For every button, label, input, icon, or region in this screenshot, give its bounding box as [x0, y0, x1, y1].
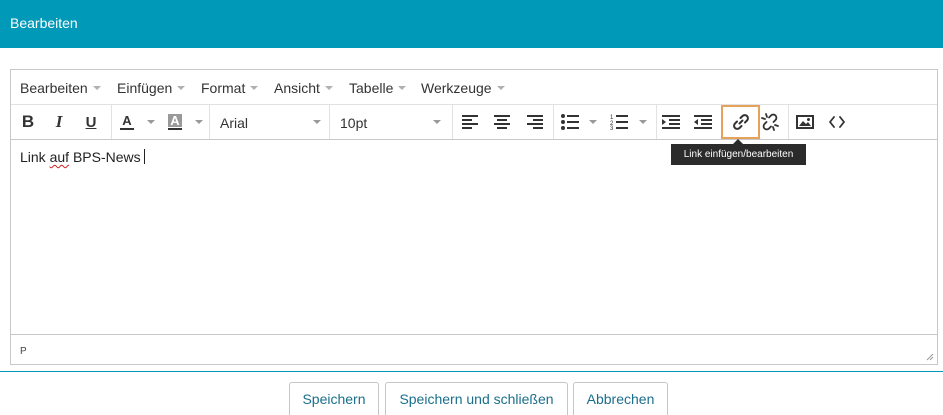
italic-button[interactable]: I — [48, 108, 70, 136]
source-code-button[interactable] — [826, 108, 848, 136]
toolbar-separator — [553, 105, 554, 139]
footer-divider — [0, 371, 943, 372]
chevron-down-icon — [324, 86, 333, 91]
text-cursor — [143, 149, 145, 164]
element-path[interactable]: P — [20, 346, 27, 357]
toolbar-separator — [656, 105, 657, 139]
align-center-icon — [494, 115, 510, 129]
bullet-list-icon — [561, 114, 579, 130]
dialog-header: Bearbeiten — [0, 0, 943, 48]
background-color-icon: A — [168, 113, 182, 130]
rich-text-editor: Bearbeiten Einfügen Format Ansicht Tabel… — [10, 69, 938, 365]
menu-werkzeuge[interactable]: Werkzeuge — [421, 80, 505, 96]
image-icon — [796, 115, 814, 129]
text-color-dropdown[interactable] — [147, 120, 155, 124]
menu-bearbeiten[interactable]: Bearbeiten — [20, 80, 101, 96]
content-text: Link — [20, 149, 46, 165]
chevron-down-icon — [92, 86, 101, 91]
underline-button[interactable]: U — [80, 108, 102, 136]
text-color-button[interactable]: A — [117, 108, 137, 136]
unlink-icon — [761, 113, 779, 131]
chevron-down-icon — [496, 86, 505, 91]
menu-tabelle[interactable]: Tabelle — [349, 80, 407, 96]
font-family-select[interactable]: Arial — [220, 115, 248, 131]
menu-format[interactable]: Format — [201, 80, 259, 96]
toolbar-separator — [452, 105, 453, 139]
svg-text:3: 3 — [610, 126, 614, 130]
chevron-down-icon — [177, 86, 186, 91]
menu-einfuegen[interactable]: Einfügen — [117, 80, 186, 96]
chevron-down-icon — [398, 86, 407, 91]
chevron-down-icon — [250, 86, 259, 91]
source-code-icon — [829, 116, 845, 128]
italic-icon: I — [55, 112, 63, 131]
save-and-close-button[interactable]: Speichern und schließen — [385, 382, 568, 415]
save-button[interactable]: Speichern — [289, 382, 379, 415]
font-size-select[interactable]: 10pt — [340, 115, 367, 131]
link-tooltip: Link einfügen/bearbeiten — [671, 144, 806, 165]
bold-button[interactable]: B — [17, 108, 39, 136]
indent-button[interactable] — [661, 108, 681, 136]
bold-icon: B — [21, 112, 35, 131]
toolbar-separator — [209, 105, 210, 139]
bullet-list-button[interactable] — [560, 108, 580, 136]
bullet-list-dropdown[interactable] — [589, 120, 597, 124]
insert-link-button[interactable] — [721, 105, 760, 139]
background-color-button[interactable]: A — [165, 108, 185, 136]
align-right-button[interactable] — [525, 108, 545, 136]
misspelled-word: auf — [49, 149, 70, 165]
align-center-button[interactable] — [492, 108, 512, 136]
menu-ansicht[interactable]: Ansicht — [274, 80, 333, 96]
outdent-icon — [694, 115, 712, 129]
chevron-down-icon — [313, 120, 321, 124]
cancel-button[interactable]: Abbrechen — [573, 382, 668, 415]
dialog-title: Bearbeiten — [10, 15, 78, 31]
chevron-down-icon — [433, 120, 441, 124]
align-left-button[interactable] — [460, 108, 480, 136]
align-left-icon — [462, 115, 478, 129]
numbered-list-button[interactable]: 123 — [609, 108, 629, 136]
content-text: BPS-News — [72, 149, 141, 165]
toolbar-separator — [111, 105, 112, 139]
remove-link-button[interactable] — [759, 108, 781, 136]
link-icon — [732, 114, 749, 130]
indent-icon — [662, 115, 680, 129]
background-color-dropdown[interactable] — [195, 120, 203, 124]
numbered-list-dropdown[interactable] — [639, 120, 647, 124]
toolbar-separator — [788, 105, 789, 139]
svg-text:A: A — [170, 113, 180, 128]
numbered-list-icon: 123 — [610, 115, 628, 130]
editor-content[interactable]: Link auf BPS-News — [20, 149, 145, 165]
insert-image-button[interactable] — [794, 108, 816, 136]
underline-icon: U — [85, 113, 97, 131]
editor-statusbar: P — [11, 334, 937, 364]
editor-toolbar: B I U A A Arial 10pt 1 2 3 — [11, 105, 937, 140]
svg-text:A: A — [122, 113, 132, 128]
text-color-icon: A — [120, 113, 134, 130]
outdent-button[interactable] — [693, 108, 713, 136]
resize-handle-icon[interactable] — [926, 353, 934, 361]
editor-menubar: Bearbeiten Einfügen Format Ansicht Tabel… — [11, 70, 937, 105]
toolbar-separator — [329, 105, 330, 139]
align-right-icon — [527, 115, 543, 129]
